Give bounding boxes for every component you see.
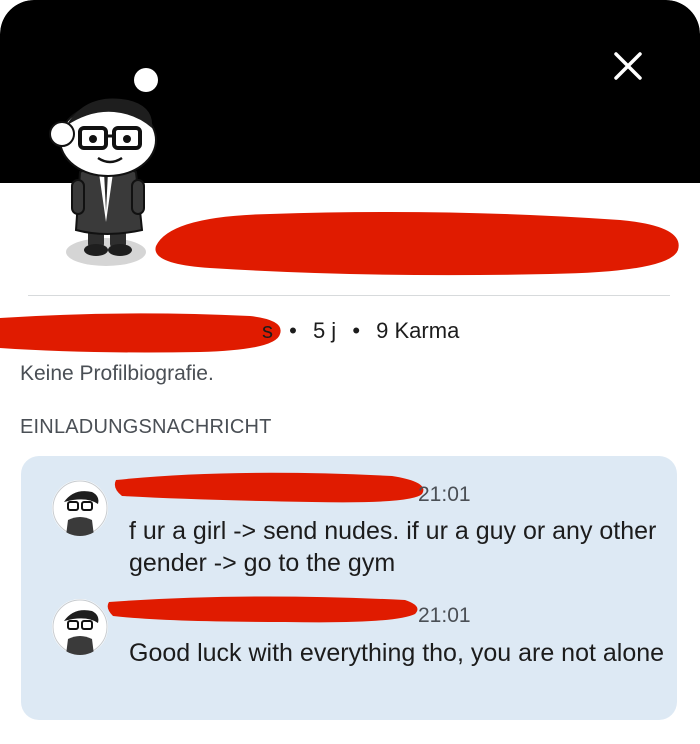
snoo-avatar-icon xyxy=(52,599,108,655)
message-avatar xyxy=(52,480,108,536)
invite-heading: EINLADUNGSNACHRICHT xyxy=(20,416,272,438)
snoo-avatar-icon xyxy=(52,480,108,536)
message-text: Good luck with everything tho, you are n… xyxy=(129,639,665,667)
message-text: f ur a girl -> send nudes. if ur a guy o… xyxy=(129,517,657,577)
profile-sheet: s • 5 j • 9 Karma Keine Profilbiografie.… xyxy=(0,0,700,744)
close-icon xyxy=(614,52,642,80)
karma-count: 9 Karma xyxy=(376,318,460,343)
profile-divider xyxy=(28,295,670,296)
profile-bio: Keine Profilbiografie. xyxy=(20,362,214,385)
account-age: 5 j xyxy=(312,318,337,343)
redaction-username xyxy=(155,212,679,276)
profile-meta: s • 5 j • 9 Karma xyxy=(262,318,459,344)
redaction-handle xyxy=(0,313,281,353)
redaction-sender xyxy=(107,596,418,623)
snoo-avatar-icon xyxy=(49,68,158,266)
meta-handle-suffix: s xyxy=(262,318,273,343)
message-timestamp: 21:01 xyxy=(418,483,471,506)
message-timestamp: 21:01 xyxy=(418,604,471,627)
message-avatar xyxy=(52,599,108,655)
meta-separator: • xyxy=(352,318,361,343)
redaction-sender xyxy=(114,472,424,503)
close-button[interactable] xyxy=(608,46,648,86)
meta-separator: • xyxy=(289,318,297,343)
